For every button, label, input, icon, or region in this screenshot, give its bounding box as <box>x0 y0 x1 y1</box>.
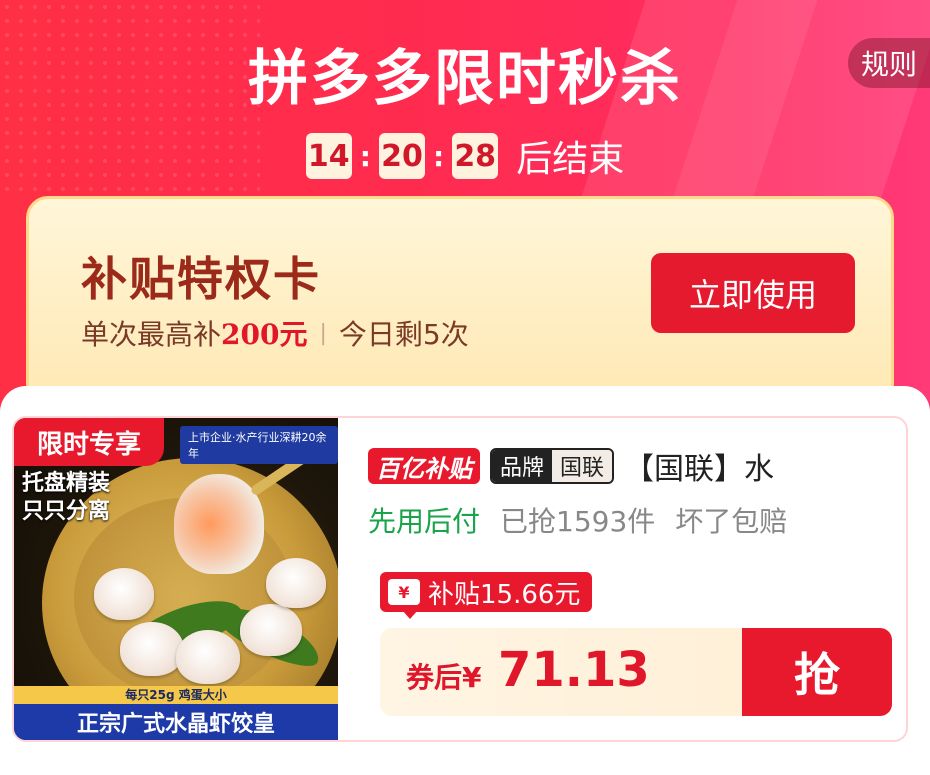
dumpling-image <box>94 568 154 620</box>
dumpling-image <box>176 630 240 684</box>
divider: | <box>319 320 327 346</box>
privilege-card-subtitle: 单次最高补 200元 | 今日剩5次 <box>81 313 469 353</box>
billion-subsidy-badge: 百亿补贴 <box>368 448 480 484</box>
page-title: 拼多多限时秒杀 <box>248 44 682 114</box>
price-label: 券后¥ <box>406 656 482 696</box>
subsidy-tag-pointer <box>402 610 418 619</box>
limited-exclusive-tag: 限时专享 <box>14 418 164 466</box>
price-value: 71.13 <box>498 642 650 698</box>
yuan-coupon-icon: ¥ <box>388 579 420 605</box>
subsidy-amount-text: 补贴15.66元 <box>428 579 581 610</box>
price-bar[interactable]: 券后¥ 71.13 抢 <box>380 628 892 716</box>
company-tag: 上市企业·水产行业深耕20余年 <box>180 426 338 464</box>
dumpling-image <box>266 558 326 608</box>
product-title[interactable]: 【国联】水 <box>624 444 774 488</box>
packaging-line-1: 托盘精装 <box>22 471 111 496</box>
privilege-card-title: 补贴特权卡 <box>81 252 321 306</box>
subsidy-prefix: 单次最高补 <box>81 318 222 351</box>
size-note: 每只25g 鸡蛋大小 <box>14 686 338 704</box>
countdown-hours: 14 <box>305 133 352 179</box>
countdown-suffix: 后结束 <box>516 139 625 180</box>
product-info: 百亿补贴 品牌 国联 【国联】水 先用后付 已抢1593件 坏了包赔 ¥ 补贴1… <box>366 418 906 740</box>
product-image[interactable]: 限时专享 上市企业·水产行业深耕20余年 托盘精装 只只分离 每只25g 鸡蛋大… <box>14 418 338 740</box>
brand-badge: 品牌 国联 <box>490 448 615 484</box>
product-title-row: 百亿补贴 品牌 国联 【国联】水 <box>368 444 774 488</box>
grab-button[interactable]: 抢 <box>742 628 892 716</box>
sold-count: 已抢1593件 <box>500 505 656 538</box>
countdown-minutes: 20 <box>378 133 425 179</box>
use-now-button[interactable]: 立即使用 <box>651 253 855 333</box>
brand-badge-name: 国联 <box>552 450 613 482</box>
dumpling-image <box>120 622 184 676</box>
countdown-colon: : <box>432 139 445 173</box>
pay-later-tag: 先用后付 <box>368 505 481 538</box>
packaging-line-2: 只只分离 <box>22 499 111 524</box>
currency-symbol: ¥ <box>462 661 482 694</box>
after-coupon-label: 券后 <box>406 661 463 694</box>
rules-button[interactable]: 规则 <box>848 38 930 88</box>
packaging-tag: 托盘精装 只只分离 <box>22 470 110 526</box>
subsidy-amount-tag: ¥ 补贴15.66元 <box>380 572 593 612</box>
privilege-card: 补贴特权卡 单次最高补 200元 | 今日剩5次 立即使用 <box>26 196 894 406</box>
brand-badge-label: 品牌 <box>492 450 553 482</box>
countdown-colon: : <box>359 139 371 173</box>
product-card[interactable]: 限时专享 上市企业·水产行业深耕20余年 托盘精装 只只分离 每只25g 鸡蛋大… <box>12 416 908 742</box>
dumpling-image <box>240 604 302 656</box>
product-tags-row: 先用后付 已抢1593件 坏了包赔 <box>368 500 787 540</box>
subsidy-max-amount: 200元 <box>221 318 308 351</box>
remaining-uses: 今日剩5次 <box>338 318 469 351</box>
guarantee-tag: 坏了包赔 <box>675 505 788 538</box>
countdown-timer: 14 : 20 : 28 后结束 <box>0 130 930 182</box>
countdown-seconds: 28 <box>452 133 499 179</box>
product-name-banner: 正宗广式水晶虾饺皇 <box>14 704 338 740</box>
